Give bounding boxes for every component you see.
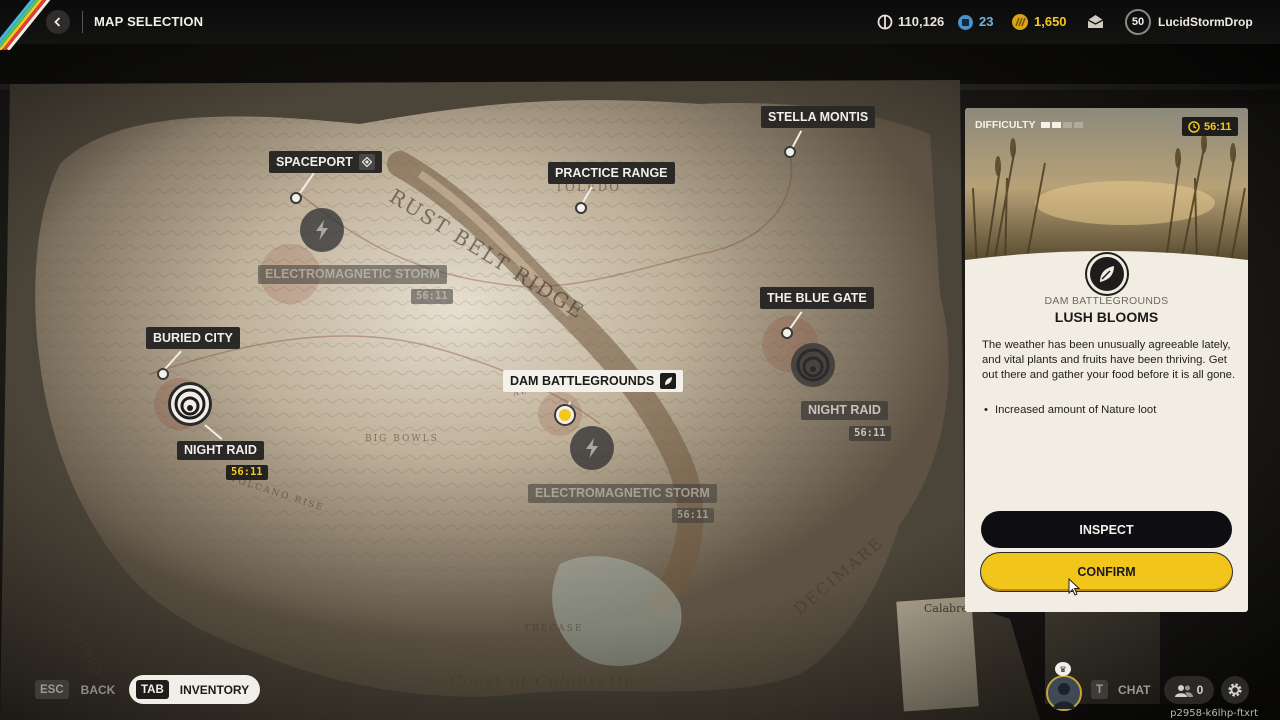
leaf-icon	[660, 373, 677, 389]
difficulty-bar	[1074, 122, 1084, 128]
location-pin-spaceport[interactable]	[290, 192, 302, 204]
event-icon-em-storm-south[interactable]	[570, 426, 614, 470]
panel-bullet-item: Increased amount of Nature loot	[984, 404, 1156, 416]
inventory-button[interactable]: TAB INVENTORY	[129, 675, 261, 704]
gear-icon	[1228, 683, 1242, 697]
chat-key: T	[1091, 680, 1109, 699]
difficulty-bars	[1041, 122, 1084, 128]
panel-description: The weather has been unusually agreeable…	[982, 339, 1236, 381]
event-icon-em-storm-north[interactable]	[300, 208, 344, 252]
difficulty-bar	[1063, 122, 1073, 128]
lush-blooms-leaf-icon	[1087, 254, 1127, 294]
build-id: p2958-k6lhp-ftxrt	[1170, 708, 1258, 719]
player-level-badge[interactable]: 50	[1125, 9, 1151, 35]
event-timer-em-storm-north: 56:11	[411, 289, 453, 304]
party-button[interactable]: 0	[1164, 676, 1214, 704]
party-count: 0	[1196, 683, 1204, 697]
event-timer-em-storm-south: 56:11	[672, 508, 714, 523]
map-text-trecase: TRECASE	[524, 624, 584, 634]
top-bar: MAP SELECTION 110,126 23 1,650 50 LucidS…	[0, 0, 1280, 50]
credits-counter: 110,126	[877, 12, 944, 32]
mouse-cursor-icon	[1068, 578, 1080, 596]
location-pin-practice-range[interactable]	[575, 202, 587, 214]
username[interactable]: LucidStormDrop	[1158, 15, 1253, 29]
inventory-label: INVENTORY	[179, 682, 250, 697]
location-pin-dam-battlegrounds[interactable]	[556, 406, 574, 424]
event-timer-night-raid-west: 56:11	[226, 465, 268, 480]
location-label-stella-montis[interactable]: STELLA MONTIS	[761, 106, 876, 128]
users-icon	[1174, 684, 1193, 697]
back-button[interactable]: ESC BACK	[35, 680, 115, 699]
event-timer-night-raid-east: 56:11	[849, 426, 891, 441]
location-label-spaceport[interactable]: SPACEPORT	[269, 151, 382, 173]
event-icon-night-raid-east[interactable]	[791, 343, 835, 387]
event-detail-panel: DIFFICULTY 56:11 DAM BATTLEGROUNDS LUSH …	[965, 108, 1248, 612]
event-label-em-storm-north: ELECTROMAGNETIC STORM	[258, 265, 447, 284]
settings-button[interactable]	[1221, 676, 1249, 704]
clock-icon	[1188, 120, 1200, 133]
difficulty-bar	[1052, 122, 1062, 128]
bottom-bar: ESC BACK TAB INVENTORY ♛ T CHAT 0 p2958-…	[0, 662, 1280, 720]
event-label-night-raid-east: NIGHT RAID	[801, 401, 888, 420]
event-icon-night-raid-west[interactable]	[168, 382, 212, 426]
confirm-button[interactable]: CONFIRM	[981, 553, 1232, 591]
token-icon	[958, 14, 973, 30]
event-label-em-storm-south: ELECTROMAGNETIC STORM	[528, 484, 717, 503]
token-counter: 23	[957, 12, 993, 32]
gold-coin-icon	[1012, 14, 1028, 30]
panel-event-title: LUSH BLOOMS	[1054, 309, 1159, 325]
location-pin-the-blue-gate[interactable]	[781, 327, 793, 339]
location-pin-stella-montis[interactable]	[784, 146, 796, 158]
character-avatar[interactable]	[1046, 675, 1082, 711]
mail-icon[interactable]	[1087, 14, 1104, 29]
credits-icon	[877, 14, 893, 30]
page-title: MAP SELECTION	[94, 14, 204, 29]
panel-map-name: DAM BATTLEGROUNDS	[1044, 295, 1169, 307]
esc-key: ESC	[35, 680, 69, 699]
header-divider	[82, 11, 83, 33]
difficulty-bar	[1041, 122, 1051, 128]
tab-key: TAB	[136, 680, 169, 699]
chat-label: CHAT	[1118, 682, 1151, 697]
back-label: BACK	[80, 682, 116, 697]
chevron-left-icon	[54, 17, 61, 27]
crown-icon: ♛	[1055, 662, 1071, 676]
event-timer-badge: 56:11	[1182, 117, 1238, 136]
night-raid-icon	[174, 388, 206, 420]
inspect-button[interactable]: INSPECT	[981, 511, 1232, 548]
lightning-icon	[316, 220, 328, 240]
location-pin-buried-city[interactable]	[157, 368, 169, 380]
difficulty-indicator: DIFFICULTY	[975, 119, 1084, 131]
map-text-big-bowls: BIG BOWLS	[365, 434, 439, 444]
chat-button[interactable]: T CHAT	[1091, 680, 1150, 699]
gold-counter: 1,650	[1011, 12, 1067, 32]
night-raid-icon	[796, 348, 830, 382]
location-label-practice-range[interactable]: PRACTICE RANGE	[548, 162, 675, 184]
location-label-buried-city[interactable]: BURIED CITY	[146, 327, 240, 349]
lightning-icon	[586, 438, 598, 458]
event-label-night-raid-west: NIGHT RAID	[177, 441, 264, 460]
location-label-the-blue-gate[interactable]: THE BLUE GATE	[760, 287, 874, 309]
diamond-icon	[358, 154, 375, 170]
location-label-dam-battlegrounds[interactable]: DAM BATTLEGROUNDS	[503, 370, 684, 392]
back-arrow-button[interactable]	[46, 10, 70, 34]
